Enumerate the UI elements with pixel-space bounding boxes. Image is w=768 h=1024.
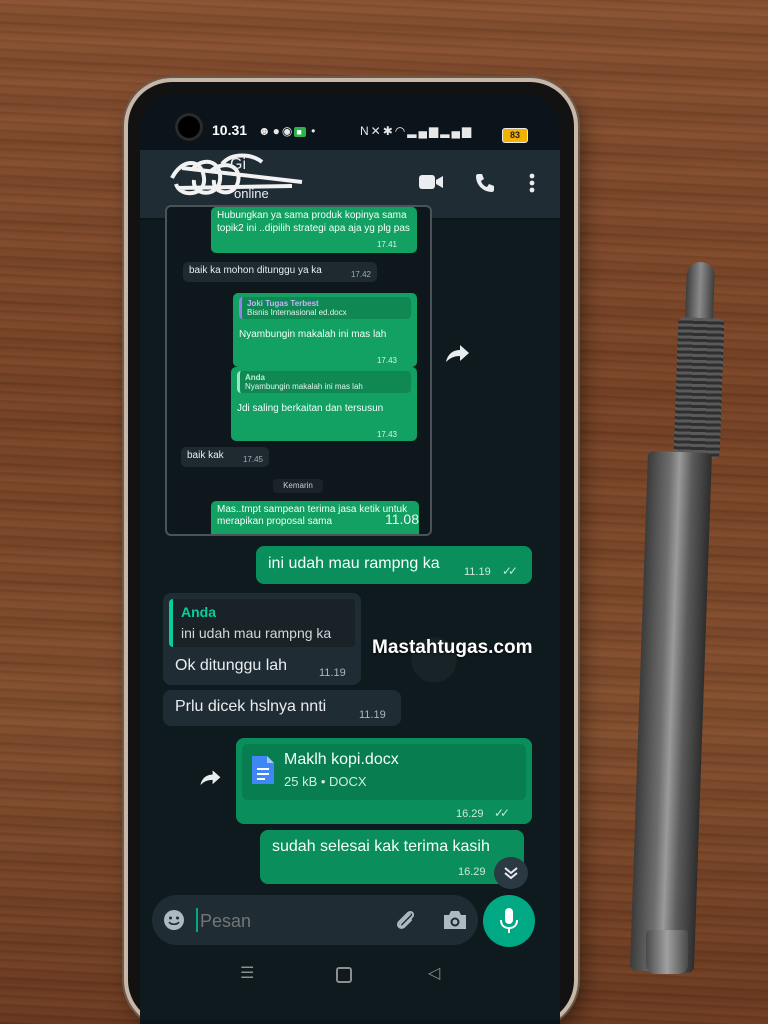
message-bubble-incoming[interactable]: Anda ini udah mau rampng ka Ok ditunggu … (163, 593, 361, 685)
recents-icon[interactable]: ☰ (240, 963, 254, 983)
message-bubble: baik kak 17.45 (181, 447, 269, 467)
nfc-icon: N (360, 124, 371, 138)
system-nav-bar: ☰ ◁ (140, 955, 560, 995)
pen-end (646, 930, 688, 974)
camera-icon[interactable] (442, 908, 468, 932)
message-bubble-outgoing[interactable]: sudah selesai kak terima kasih 16.29 (260, 830, 524, 884)
message-time: 16.29 (456, 808, 484, 820)
message-text: Prlu dicek hslnya nnti (175, 698, 327, 715)
bluetooth-icon: ✱ (382, 124, 395, 138)
message-bubble-outgoing[interactable]: ini udah mau rampng ka 11.19 ✓✓ (256, 546, 532, 584)
message-text: Ok ditunggu lah (175, 657, 288, 674)
system-icons: N✕✱◠▂▄▆▂▄▆ (360, 124, 473, 138)
quote-text: ini udah mau rampng ka (181, 625, 332, 641)
pen-body (629, 450, 712, 973)
voice-record-button[interactable] (483, 895, 535, 947)
message-input[interactable] (198, 905, 382, 937)
front-camera (175, 113, 203, 141)
file-name: Maklh kopi.docx (284, 751, 399, 768)
app-icon: ■ (294, 127, 306, 137)
message-bubble-document[interactable]: Maklh kopi.docx 25 kB • DOCX 16.29 ✓✓ (236, 738, 532, 824)
file-meta: 25 kB • DOCX (284, 774, 367, 789)
quote-author: Anda (181, 604, 216, 620)
app-icon: ◉ (281, 124, 295, 138)
message-composer (152, 895, 478, 945)
message-text: ini udah mau rampng ka (268, 555, 440, 572)
quoted-message: Anda Nyambungin makalah ini mas lah (237, 371, 411, 393)
message-bubble: baik ka mohon ditunggu ya ka 17.42 (183, 262, 377, 282)
double-chevron-down-icon (504, 867, 518, 880)
read-ticks-icon: ✓✓ (502, 564, 518, 578)
message-bubble: Joki Tugas Terbest Bisnis Internasional … (233, 293, 417, 367)
signal-icon: ▂▄▆ (440, 124, 474, 138)
message-bubble: Hubungkan ya sama produk kopinya sama to… (211, 207, 417, 253)
signal-icon: ▂▄▆ (407, 124, 441, 138)
document-card[interactable]: Maklh kopi.docx 25 kB • DOCX (242, 744, 526, 800)
mic-icon (500, 908, 518, 933)
scroll-to-bottom-button[interactable] (494, 857, 528, 889)
date-divider: Kemarin (273, 479, 323, 493)
attach-icon[interactable] (392, 907, 418, 933)
pen-grip (673, 317, 725, 459)
pen-tip (684, 261, 716, 325)
message-time: 11.19 (319, 667, 346, 679)
messenger-icon: ● (272, 124, 282, 138)
wifi-icon: ◠ (394, 124, 408, 138)
snapchat-icon: ☻ (258, 124, 273, 138)
message-time: 16.29 (458, 866, 486, 878)
message-bubble: Anda Nyambungin makalah ini mas lah Jdi … (231, 367, 417, 441)
back-icon[interactable]: ◁ (428, 963, 440, 983)
notification-icons: ☻●◉ ■ • (258, 124, 317, 138)
contact-status: online (234, 186, 269, 201)
forward-icon[interactable] (442, 340, 472, 370)
video-call-icon[interactable] (418, 172, 444, 192)
quoted-message: Joki Tugas Terbest Bisnis Internasional … (239, 297, 411, 319)
status-time: 10.31 (212, 122, 248, 138)
emoji-icon[interactable] (162, 908, 186, 932)
document-icon (252, 756, 274, 784)
watermark: Mastahtugas.com (372, 637, 533, 658)
read-ticks-icon: ✓✓ (494, 806, 510, 820)
voice-call-icon[interactable] (474, 172, 496, 194)
quoted-message[interactable]: Anda ini udah mau rampng ka (169, 599, 355, 647)
message-time: 11.19 (464, 566, 491, 578)
more-options-icon[interactable] (528, 172, 536, 194)
mute-icon: ✕ (370, 124, 383, 138)
home-icon[interactable] (336, 967, 352, 983)
forward-icon[interactable] (196, 766, 224, 792)
message-bubble-incoming[interactable]: Prlu dicek hslnya nnti 11.19 (163, 690, 401, 726)
embedded-chat-screenshot[interactable]: Hubungkan ya sama produk kopinya sama to… (165, 205, 432, 536)
message-text: sudah selesai kak terima kasih (272, 838, 490, 855)
battery-indicator: 83 (502, 128, 528, 143)
dot-icon: • (311, 124, 318, 138)
contact-name[interactable]: Gi (230, 156, 246, 174)
quote-accent-bar (169, 599, 173, 647)
message-time: 11.19 (359, 709, 386, 721)
image-timestamp: 11.08 (385, 511, 419, 527)
